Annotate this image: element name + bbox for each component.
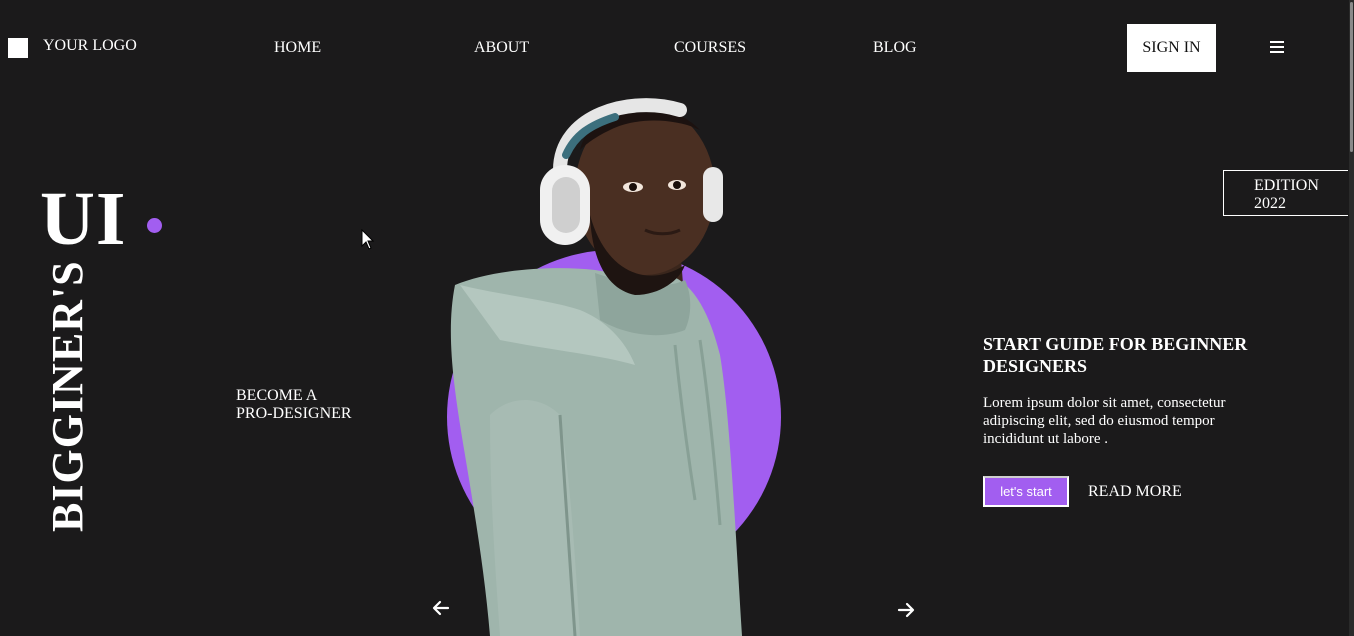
lets-start-button[interactable]: let's start — [983, 476, 1069, 507]
guide-title: START GUIDE FOR BEGINNER DESIGNERS — [983, 333, 1303, 377]
sign-in-button[interactable]: SIGN IN — [1127, 24, 1216, 72]
guide-description: Lorem ipsum dolor sit amet, consectetur … — [983, 395, 1226, 447]
mouse-cursor-icon — [361, 229, 375, 250]
guide-title-line-1: START GUIDE FOR BEGINNER — [983, 334, 1248, 354]
arrow-right-icon[interactable] — [896, 600, 916, 620]
hero-title: UI — [40, 177, 127, 261]
logo-mark[interactable] — [8, 38, 28, 58]
tagline-line-1: BECOME A — [236, 387, 318, 404]
hero-person-image — [450, 98, 742, 636]
arrow-left-icon[interactable] — [431, 598, 451, 618]
nav-home[interactable]: HOME — [274, 39, 321, 57]
tagline: BECOME A PRO-DESIGNER — [236, 387, 352, 423]
tagline-line-2: PRO-DESIGNER — [236, 405, 352, 422]
hamburger-icon[interactable] — [1270, 41, 1284, 53]
sign-in-label: SIGN IN — [1142, 39, 1201, 56]
edition-badge: EDITION 2022 — [1223, 170, 1348, 216]
nav-about[interactable]: ABOUT — [474, 39, 529, 57]
scrollbar-thumb[interactable] — [1350, 2, 1353, 152]
read-more-link[interactable]: READ MORE — [1088, 483, 1182, 501]
vertical-heading: BIGGINER'S — [43, 260, 92, 532]
guide-title-line-2: DESIGNERS — [983, 356, 1088, 376]
edition-label: EDITION — [1254, 177, 1319, 194]
nav-blog[interactable]: BLOG — [873, 39, 917, 57]
logo-text[interactable]: YOUR LOGO — [43, 37, 137, 55]
lets-start-label: let's start — [1000, 484, 1052, 499]
nav-courses[interactable]: COURSES — [674, 39, 746, 57]
accent-dot — [147, 218, 162, 233]
edition-year: 2022 — [1254, 195, 1286, 212]
